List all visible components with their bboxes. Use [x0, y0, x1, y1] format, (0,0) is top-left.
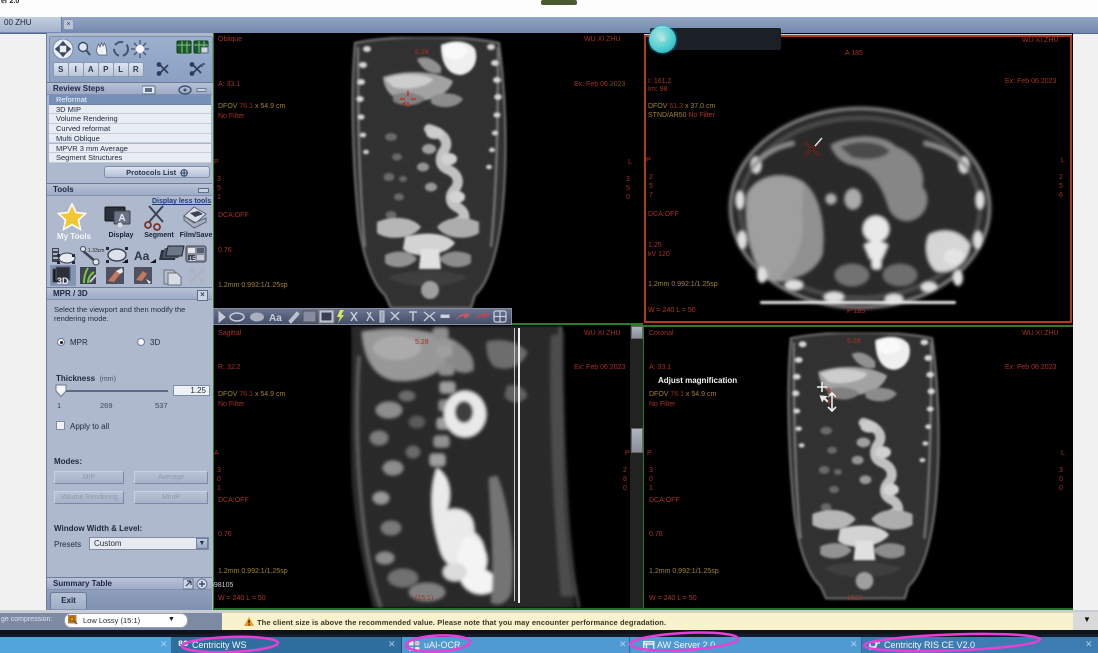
- svg-text:3D: 3D: [57, 276, 69, 286]
- svg-text:Aa: Aa: [269, 313, 282, 324]
- svg-text:A: A: [118, 213, 125, 224]
- svg-text:Aa: Aa: [134, 249, 150, 263]
- svg-text:15: 15: [189, 257, 196, 263]
- svg-text:1.33cm: 1.33cm: [88, 248, 104, 254]
